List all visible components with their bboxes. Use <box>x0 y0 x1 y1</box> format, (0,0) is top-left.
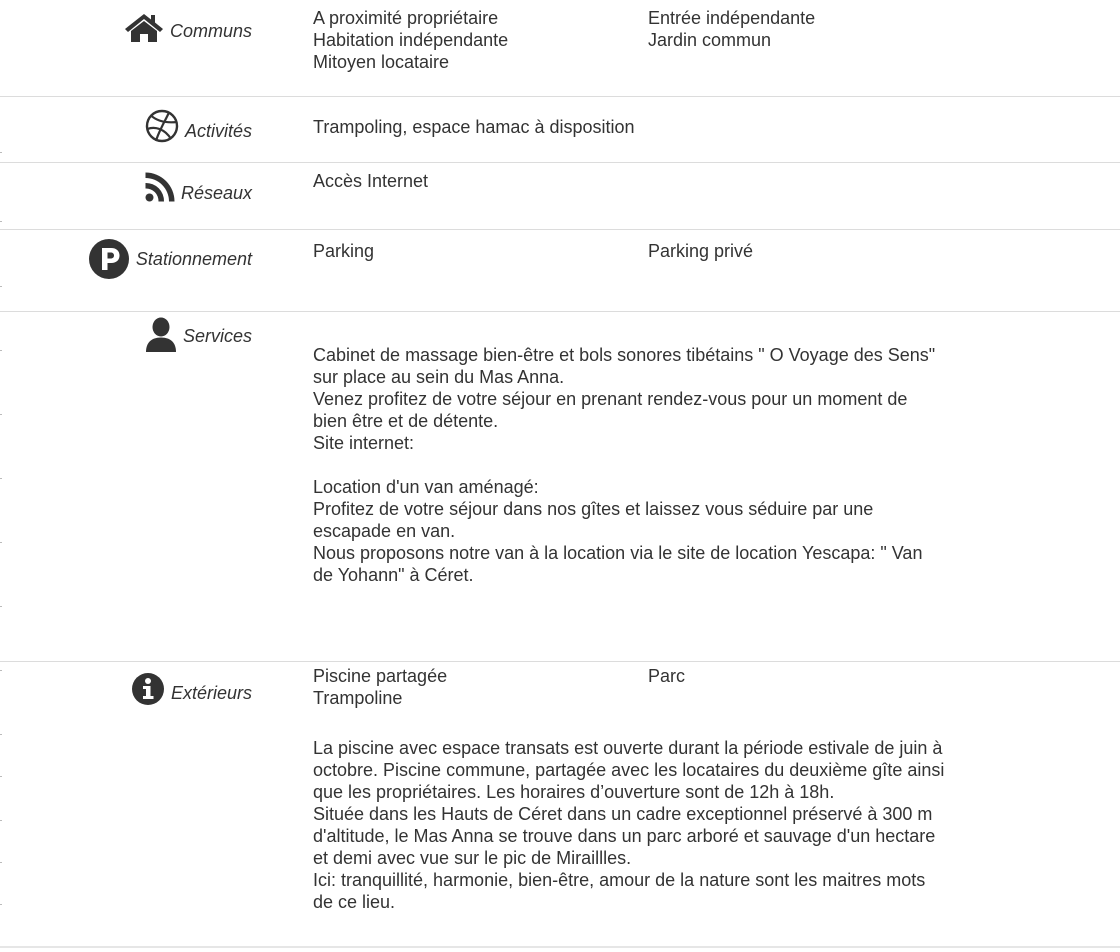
list-item: Habitation indépendante <box>313 30 509 50</box>
edge-tick <box>0 414 2 415</box>
exterieurs-label-text: Extérieurs <box>170 682 252 703</box>
section-communs: Communs A proximité propriétaire Habitat… <box>0 0 1120 96</box>
edge-tick <box>0 542 2 543</box>
edge-tick <box>0 478 2 479</box>
edge-tick <box>0 606 2 607</box>
section-activites: Activités Trampoling, espace hamac à dis… <box>0 97 1120 162</box>
edge-tick <box>0 221 2 222</box>
list-item: Jardin commun <box>648 30 772 50</box>
divider <box>0 946 1120 948</box>
list-item: Parc <box>648 666 686 686</box>
edge-tick <box>0 286 2 287</box>
edge-tick <box>0 862 2 863</box>
list-item: Entrée indépendante <box>648 8 816 28</box>
list-item: Parking privé <box>648 241 754 261</box>
communs-label-text: Communs <box>169 20 252 41</box>
rss-icon <box>145 172 175 202</box>
dribbble-ball-icon <box>145 109 179 143</box>
activites-label: Activités <box>145 109 252 143</box>
exterieurs-description: La piscine avec espace transats est ouve… <box>313 738 945 912</box>
services-description: Cabinet de massage bien-être et bols son… <box>313 345 936 585</box>
reseaux-label-text: Réseaux <box>180 183 252 203</box>
edge-tick <box>0 776 2 777</box>
activites-label-text: Activités <box>184 120 252 141</box>
exterieurs-col1: Piscine partagée Trampoline <box>313 665 447 709</box>
communs-col2: Entrée indépendante Jardin commun <box>648 7 815 51</box>
edge-tick <box>0 734 2 735</box>
parking-icon <box>88 238 130 280</box>
section-exterieurs: Extérieurs Piscine partagée Trampoline P… <box>0 662 1120 952</box>
list-item: Piscine partagée <box>313 666 448 686</box>
edge-tick <box>0 820 2 821</box>
stationnement-col1: Parking <box>313 240 374 262</box>
home-icon <box>124 12 164 42</box>
info-icon <box>131 672 165 706</box>
edge-tick <box>0 350 2 351</box>
reseaux-label: Réseaux <box>145 169 252 204</box>
list-item: Parking <box>313 241 375 261</box>
services-label: Services <box>145 317 252 353</box>
communs-label: Communs <box>124 12 252 42</box>
edge-tick <box>0 904 2 905</box>
edge-tick <box>0 670 2 671</box>
section-reseaux: Réseaux Accès Internet <box>0 163 1120 229</box>
stationnement-label: Stationnement <box>88 238 252 280</box>
edge-tick <box>0 152 2 153</box>
section-stationnement: Stationnement Parking Parking privé <box>0 230 1120 311</box>
services-label-text: Services <box>182 325 252 346</box>
list-item: Trampoline <box>313 688 403 708</box>
stationnement-col2: Parking privé <box>648 240 753 262</box>
exterieurs-col2: Parc <box>648 665 685 687</box>
section-services: Services Cabinet de massage bien-être et… <box>0 312 1120 661</box>
user-icon <box>145 317 177 353</box>
activites-text: Trampoling, espace hamac à disposition <box>313 117 635 137</box>
exterieurs-label: Extérieurs <box>131 672 252 706</box>
communs-col1: A proximité propriétaire Habitation indé… <box>313 7 508 73</box>
list-item: Mitoyen locataire <box>313 52 450 72</box>
reseaux-text: Accès Internet <box>313 171 429 191</box>
stationnement-label-text: Stationnement <box>135 248 252 269</box>
list-item: A proximité propriétaire <box>313 8 499 28</box>
